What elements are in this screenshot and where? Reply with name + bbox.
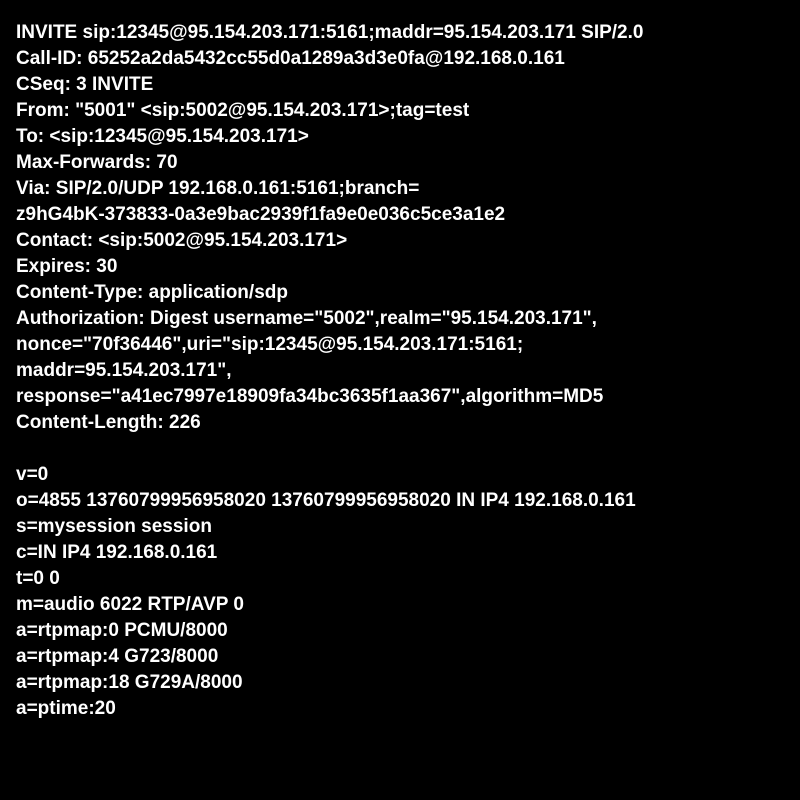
call-id-header: Call-ID: 65252a2da5432cc55d0a1289a3d3e0f…	[16, 48, 565, 69]
expires-header: Expires: 30	[16, 256, 118, 277]
authorization-header: Authorization: Digest username="5002",re…	[16, 308, 597, 329]
sdp-connection-line: c=IN IP4 192.168.0.161	[16, 542, 218, 563]
max-forwards-header: Max-Forwards: 70	[16, 152, 178, 173]
page-background: INVITE sip:12345@95.154.203.171:5161;mad…	[0, 0, 800, 800]
sip-header-block: INVITE sip:12345@95.154.203.171:5161;mad…	[16, 20, 796, 436]
sdp-version-line: v=0	[16, 464, 49, 485]
via-header-continuation: z9hG4bK-373833-0a3e9bac2939f1fa9e0e036c5…	[16, 204, 506, 225]
sdp-rtpmap-pcmu-line: a=rtpmap:0 PCMU/8000	[16, 620, 228, 641]
sdp-ptime-line: a=ptime:20	[16, 698, 116, 719]
sdp-timing-line: t=0 0	[16, 568, 60, 589]
via-header: Via: SIP/2.0/UDP 192.168.0.161:5161;bran…	[16, 178, 420, 199]
authorization-header-continuation-3: response="a41ec7997e18909fa34bc3635f1aa3…	[16, 386, 604, 407]
sdp-rtpmap-g723-line: a=rtpmap:4 G723/8000	[16, 646, 219, 667]
content-length-header: Content-Length: 226	[16, 412, 201, 433]
sip-invite-message: INVITE sip:12345@95.154.203.171:5161;mad…	[16, 20, 796, 722]
sdp-rtpmap-g729a-line: a=rtpmap:18 G729A/8000	[16, 672, 243, 693]
sdp-body-block: v=0 o=4855 13760799956958020 13760799956…	[16, 462, 796, 722]
header-body-separator	[16, 436, 796, 462]
sdp-session-name-line: s=mysession session	[16, 516, 212, 537]
to-header: To: <sip:12345@95.154.203.171>	[16, 126, 309, 147]
from-header: From: "5001" <sip:5002@95.154.203.171>;t…	[16, 100, 470, 121]
cseq-header: CSeq: 3 INVITE	[16, 74, 154, 95]
request-line: INVITE sip:12345@95.154.203.171:5161;mad…	[16, 22, 644, 43]
sdp-origin-line: o=4855 13760799956958020 137607999569580…	[16, 490, 636, 511]
sdp-media-line: m=audio 6022 RTP/AVP 0	[16, 594, 244, 615]
authorization-header-continuation-2: maddr=95.154.203.171",	[16, 360, 232, 381]
contact-header: Contact: <sip:5002@95.154.203.171>	[16, 230, 348, 251]
authorization-header-continuation-1: nonce="70f36446",uri="sip:12345@95.154.2…	[16, 334, 524, 355]
content-type-header: Content-Type: application/sdp	[16, 282, 288, 303]
